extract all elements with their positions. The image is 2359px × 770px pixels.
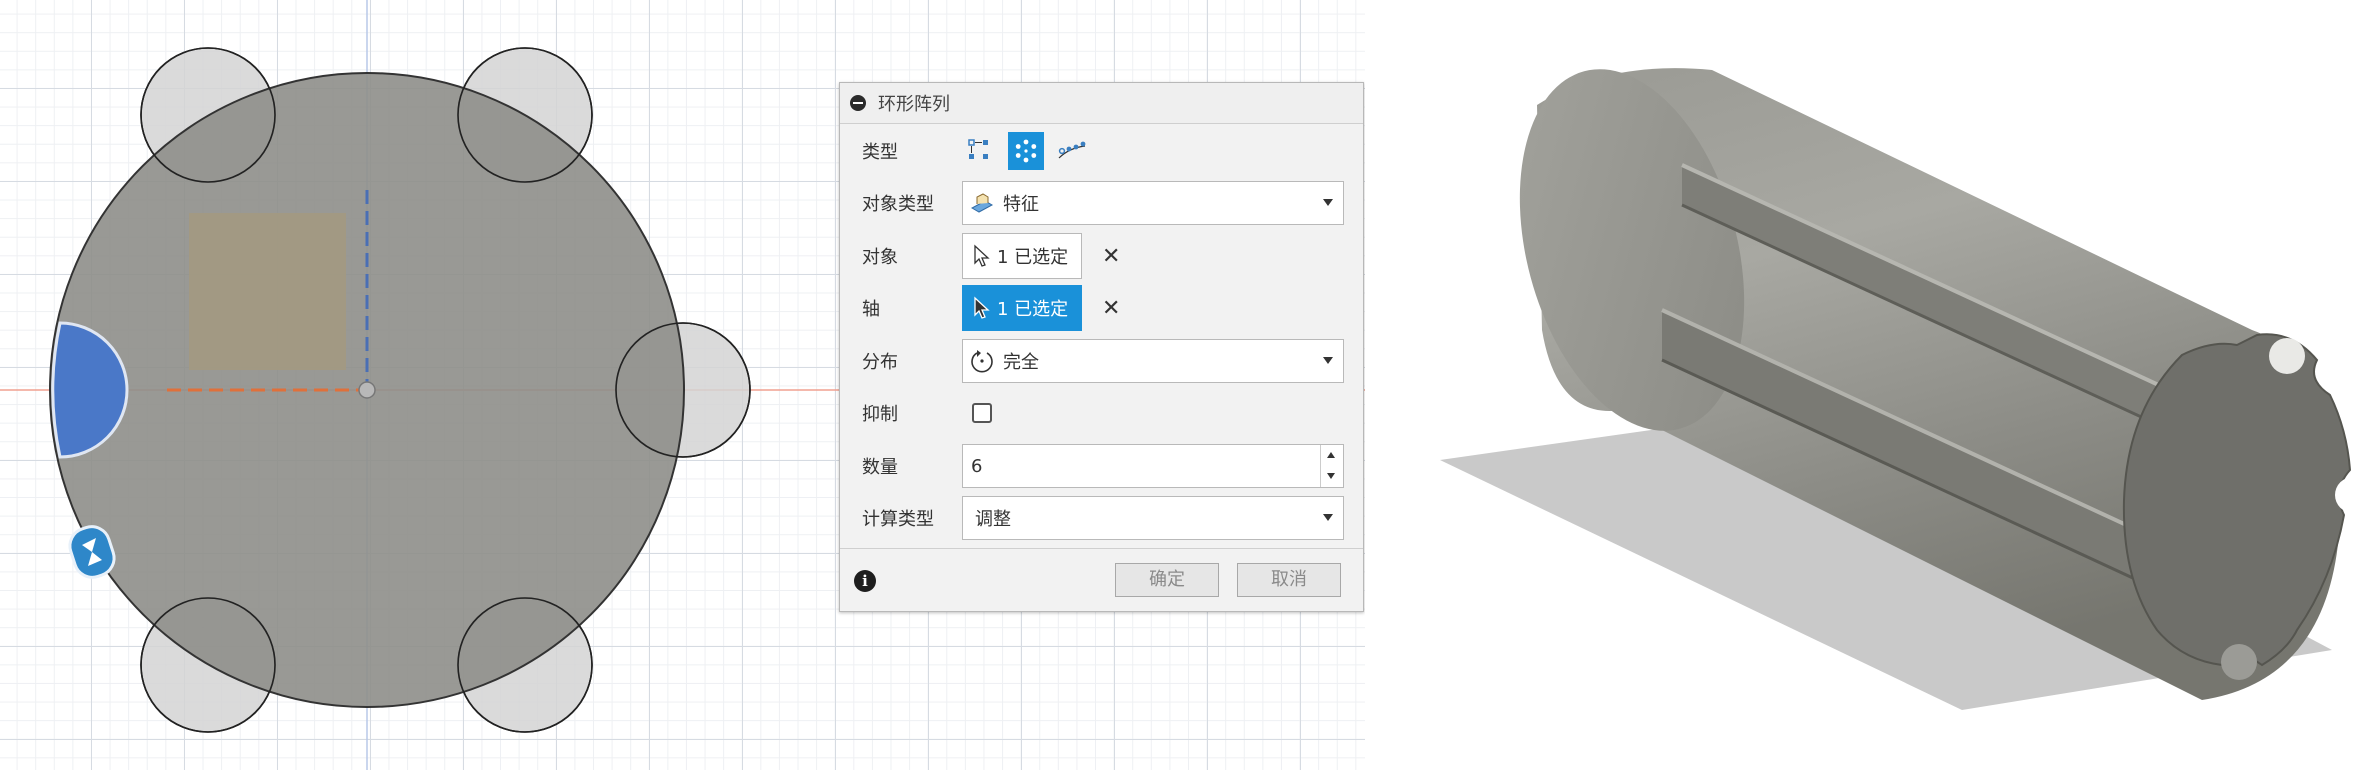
chevron-down-icon [1323,199,1333,206]
label-object-type: 对象类型 [862,194,934,215]
quantity-value: 6 [971,455,983,477]
rectangular-pattern-icon [968,139,988,159]
row-axis: 轴 1 已选定 ✕ [840,283,1363,333]
path-pattern-button[interactable] [1054,132,1090,170]
sketch-rectangle[interactable] [189,213,346,370]
label-compute-type: 计算类型 [862,509,934,530]
front-notch-top [2269,338,2305,374]
feature-icon [970,193,994,213]
axis-selection-button[interactable]: 1 已选定 [962,285,1082,331]
cancel-button[interactable]: 取消 [1237,563,1341,597]
quantity-stepper[interactable]: 6 [962,444,1344,488]
rectangular-pattern-button[interactable] [962,132,998,170]
circular-pattern-dialog: 环形阵列 类型 对象类型 特征 对象 1 已选定 ✕ 轴 1 已选定 ✕ 分布 … [839,82,1364,612]
label-distribution: 分布 [862,352,898,373]
quantity-spinner[interactable] [1320,445,1343,487]
label-suppress: 抑制 [862,404,898,425]
object-type-dropdown[interactable]: 特征 [962,181,1344,225]
clear-x-icon[interactable]: ✕ [1102,296,1120,321]
row-distribution: 分布 完全 [840,336,1363,386]
label-type: 类型 [862,142,898,163]
clear-x-icon[interactable]: ✕ [1102,244,1120,269]
row-quantity: 数量 6 [840,441,1363,491]
row-objects: 对象 1 已选定 ✕ [840,231,1363,281]
label-objects: 对象 [862,247,898,268]
label-quantity: 数量 [862,457,898,478]
circular-pattern-button[interactable] [1008,132,1044,170]
compute-type-value: 调整 [975,509,1011,530]
object-type-value: 特征 [1003,194,1039,215]
circular-pattern-icon [1015,139,1037,163]
row-type: 类型 [840,126,1363,176]
distribution-icon [971,350,993,373]
suppress-checkbox[interactable] [972,403,992,423]
chevron-down-icon [1323,357,1333,364]
spinner-up-icon[interactable] [1321,445,1343,466]
dialog-footer: i 确定 取消 [840,548,1363,611]
model-3d-view[interactable] [1382,0,2359,770]
distribution-dropdown[interactable]: 完全 [962,339,1344,383]
distribution-value: 完全 [1003,352,1039,373]
cursor-select-icon [974,296,990,319]
dialog-header[interactable]: 环形阵列 [840,83,1363,124]
chevron-down-icon [1323,514,1333,521]
objects-selection-text: 1 已选定 [997,247,1069,268]
cylinder-model[interactable] [1382,0,2359,770]
info-icon[interactable]: i [854,570,876,592]
row-object-type: 对象类型 特征 [840,178,1363,228]
row-compute-type: 计算类型 调整 [840,493,1363,543]
spinner-down-icon[interactable] [1321,466,1343,487]
sketch-canvas[interactable]: 环形阵列 类型 对象类型 特征 对象 1 已选定 ✕ 轴 1 已选定 ✕ 分布 … [0,0,1365,770]
axis-selection-text: 1 已选定 [997,299,1069,320]
cursor-select-icon [974,244,990,267]
collapse-icon[interactable] [850,95,866,111]
compute-type-dropdown[interactable]: 调整 [962,496,1344,540]
front-notch-bottom [2221,644,2257,680]
origin-point[interactable] [358,381,376,399]
ok-button[interactable]: 确定 [1115,563,1219,597]
path-pattern-icon [1058,141,1086,159]
dialog-title: 环形阵列 [878,94,950,115]
objects-selection-button[interactable]: 1 已选定 [962,233,1082,279]
label-axis: 轴 [862,299,880,320]
row-suppress: 抑制 [840,388,1363,438]
